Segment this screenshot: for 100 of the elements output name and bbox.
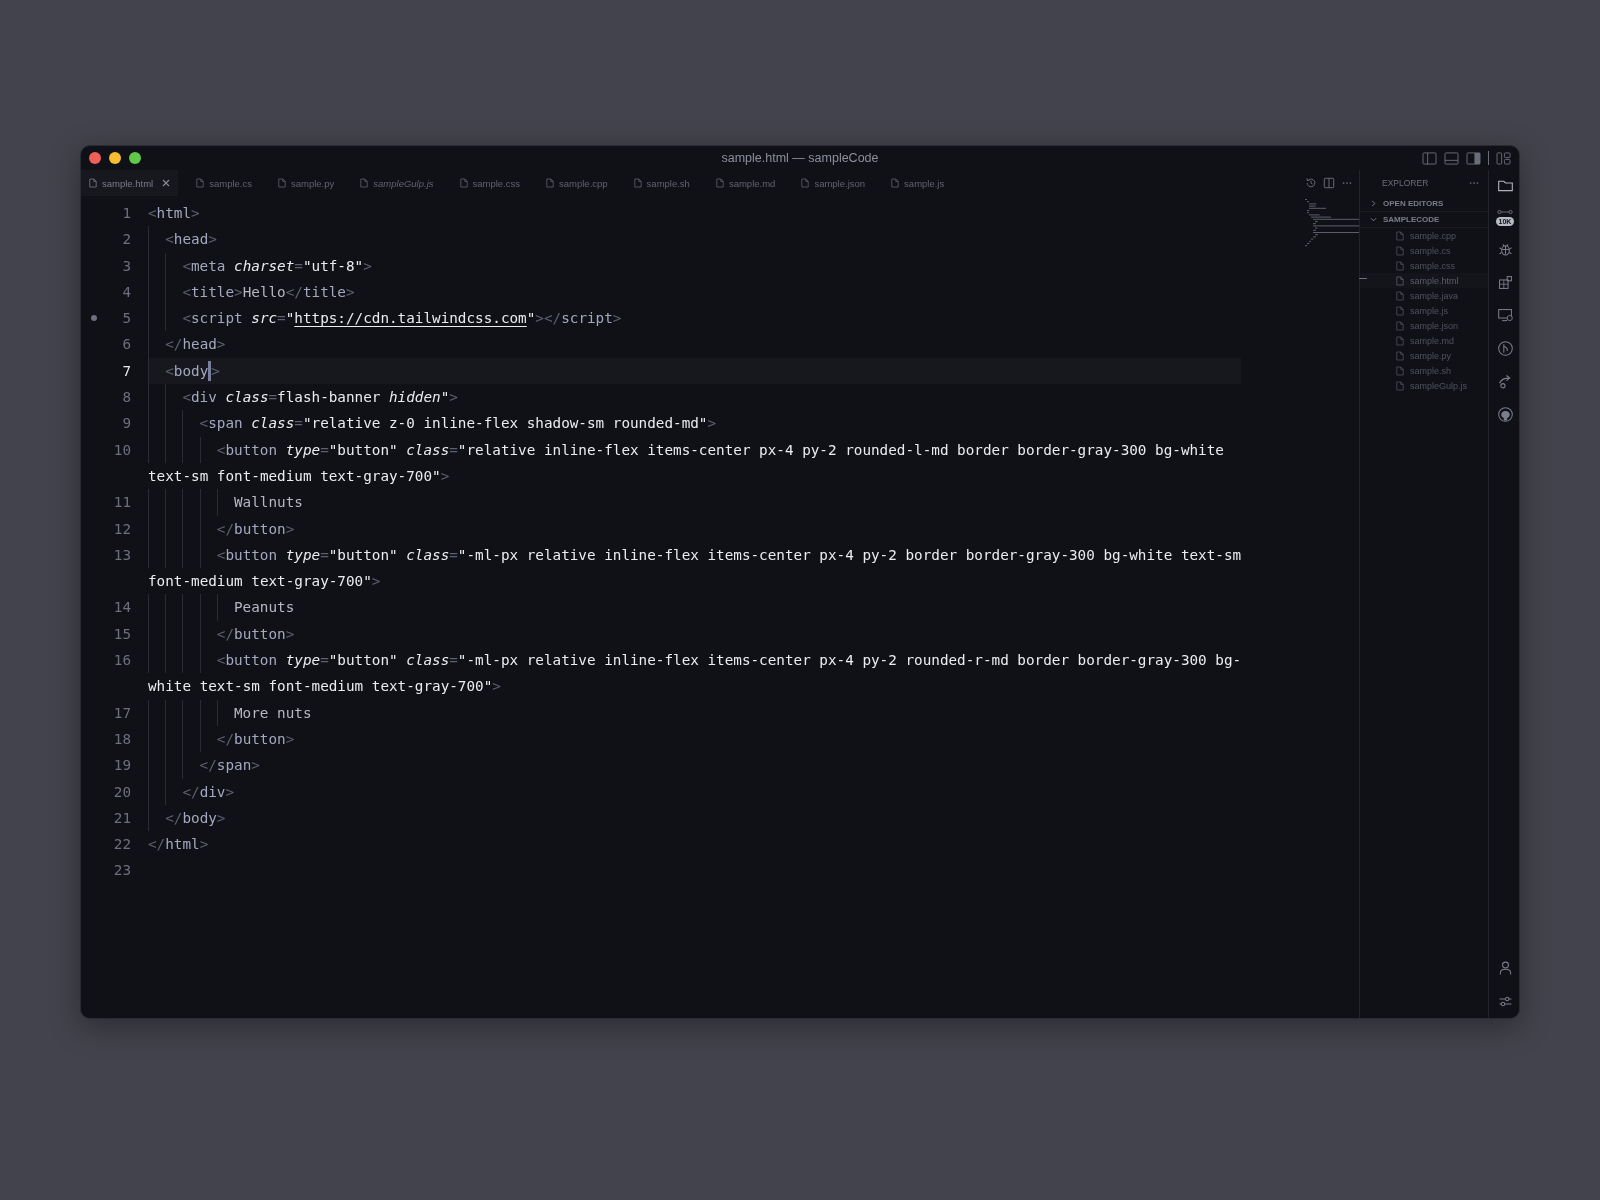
- file-icon: [1396, 260, 1404, 271]
- file-item[interactable]: sample.java: [1360, 288, 1488, 303]
- line-number: 11: [113, 494, 131, 511]
- editor-tab[interactable]: sampleGulp.js: [352, 170, 452, 196]
- line-number: 2: [122, 231, 131, 248]
- line-number: 13: [113, 546, 131, 563]
- secondary-sidebar-icon[interactable]: [1466, 151, 1481, 165]
- file-item[interactable]: sample.py: [1360, 348, 1488, 363]
- minimize-button[interactable]: [109, 152, 121, 164]
- code-line: </body>: [165, 809, 226, 826]
- chevron-icon: [1370, 216, 1377, 223]
- line-number: 20: [113, 783, 131, 800]
- file-icon: [1396, 320, 1404, 331]
- code-line: </span>: [199, 757, 260, 774]
- code-line: More nuts: [234, 704, 312, 721]
- code-line: <meta charset="utf-8">: [182, 257, 372, 274]
- bug-icon[interactable]: [1496, 241, 1514, 258]
- file-item[interactable]: sample.html: [1360, 273, 1488, 288]
- explorer-section[interactable]: SAMPLECODE: [1360, 212, 1488, 228]
- editor-tab[interactable]: sample.js: [883, 170, 963, 196]
- explorer-section[interactable]: OPEN EDITORS: [1360, 196, 1488, 212]
- line-number: 22: [113, 836, 131, 853]
- zoom-button[interactable]: [129, 152, 141, 164]
- history-icon[interactable]: [1305, 177, 1317, 189]
- github-icon[interactable]: [1496, 406, 1514, 423]
- line-number: 8: [122, 389, 131, 406]
- file-icon: [360, 178, 369, 188]
- code-line: Wallnuts: [234, 494, 303, 511]
- file-icon: [459, 178, 468, 188]
- code-line: </html>: [148, 836, 209, 853]
- code-line: <button type="button" class="-ml-px relative inline-flex items-center px-4 py-2 border border-gray-300 bg-white text-sm font-medium text-gray-700">: [148, 546, 1243, 590]
- line-number: 10: [113, 441, 131, 458]
- code-line: </head>: [165, 336, 226, 353]
- remote-monitor-icon[interactable]: [1496, 307, 1514, 324]
- panel-layout-icon[interactable]: [1444, 151, 1459, 165]
- line-number: 18: [113, 730, 131, 747]
- line-number: 7: [122, 362, 131, 379]
- line-number: 4: [122, 283, 131, 300]
- extensions-icon[interactable]: [1496, 274, 1514, 291]
- editor-tab[interactable]: sample.py: [270, 170, 353, 196]
- line-number: 15: [113, 625, 131, 642]
- line-number: 1: [122, 205, 131, 221]
- code-link[interactable]: https://cdn.tailwindcss.com: [294, 310, 527, 327]
- file-icon: [1396, 365, 1404, 376]
- file-icon: [1396, 275, 1404, 286]
- code-line: <head>: [165, 231, 217, 248]
- split-editor-icon[interactable]: [1323, 177, 1335, 189]
- file-icon: [1396, 305, 1404, 316]
- text-cursor: [208, 360, 212, 381]
- sidebar-layout-icon[interactable]: [1422, 151, 1437, 165]
- editor-tab[interactable]: sample.cpp: [538, 170, 626, 196]
- editor-tab[interactable]: sample.cs: [188, 170, 270, 196]
- code-line: </button>: [216, 625, 295, 642]
- file-item[interactable]: sample.json: [1360, 318, 1488, 333]
- explorer-title: EXPLORER: [1382, 178, 1429, 188]
- code-line: </button>: [216, 520, 295, 537]
- editor-tab[interactable]: sample.html: [81, 170, 179, 196]
- file-item[interactable]: sample.cpp: [1360, 228, 1488, 243]
- code-line: <button type="button" class="-ml-px relative inline-flex items-center px-4 py-2 rounded-r-md border border-gray-300 bg-white text-sm font-medium text-gray-700">: [148, 652, 1242, 695]
- editor-tab[interactable]: sample.css: [451, 170, 538, 196]
- editor-tab[interactable]: sample.json: [793, 170, 884, 196]
- file-icon: [1396, 380, 1404, 391]
- file-icon: [546, 178, 554, 188]
- code-line: Peanuts: [234, 599, 295, 616]
- graph-icon[interactable]: [1497, 207, 1513, 216]
- breakpoint-dot[interactable]: [91, 315, 97, 322]
- line-number: 12: [113, 520, 131, 537]
- code-line: <script src="https://cdn.tailwindcss.com"></script>: [182, 310, 622, 327]
- scrollbar-thumb[interactable]: [1359, 278, 1367, 279]
- editor-tab[interactable]: sample.md: [707, 170, 794, 196]
- file-icon: [196, 178, 205, 188]
- editor-tab[interactable]: sample.sh: [625, 170, 708, 196]
- file-icon: [89, 178, 97, 188]
- file-item[interactable]: sample.css: [1360, 258, 1488, 273]
- line-number: 16: [113, 652, 131, 669]
- file-icon: [891, 178, 900, 188]
- code-line: <div class=flash-banner hidden">: [182, 389, 458, 406]
- line-number: 6: [122, 336, 131, 353]
- line-number: 23: [113, 862, 131, 879]
- file-icon: [278, 178, 286, 188]
- window-title: sample.html — sampleCode: [721, 151, 879, 165]
- line-number: 19: [113, 757, 131, 774]
- line-number: 17: [113, 704, 131, 721]
- file-item[interactable]: sample.js: [1360, 303, 1488, 318]
- file-item[interactable]: sampleGulp.js: [1360, 378, 1488, 393]
- line-number: 5: [122, 310, 131, 327]
- close-button[interactable]: [89, 152, 101, 164]
- close-icon[interactable]: [162, 179, 171, 187]
- code-line: <body >: [165, 362, 220, 379]
- line-number: 9: [122, 415, 131, 432]
- file-item[interactable]: sample.md: [1360, 333, 1488, 348]
- line-number: 21: [113, 809, 131, 826]
- file-item[interactable]: sample.sh: [1360, 363, 1488, 378]
- file-item[interactable]: sample.cs: [1360, 243, 1488, 258]
- file-icon: [1396, 245, 1404, 256]
- file-icon: [1396, 350, 1404, 361]
- branch-icon[interactable]: [1496, 340, 1514, 357]
- code-line: <html>: [148, 205, 200, 221]
- layout-grid-icon[interactable]: [1496, 151, 1511, 165]
- file-icon: [1396, 290, 1404, 301]
